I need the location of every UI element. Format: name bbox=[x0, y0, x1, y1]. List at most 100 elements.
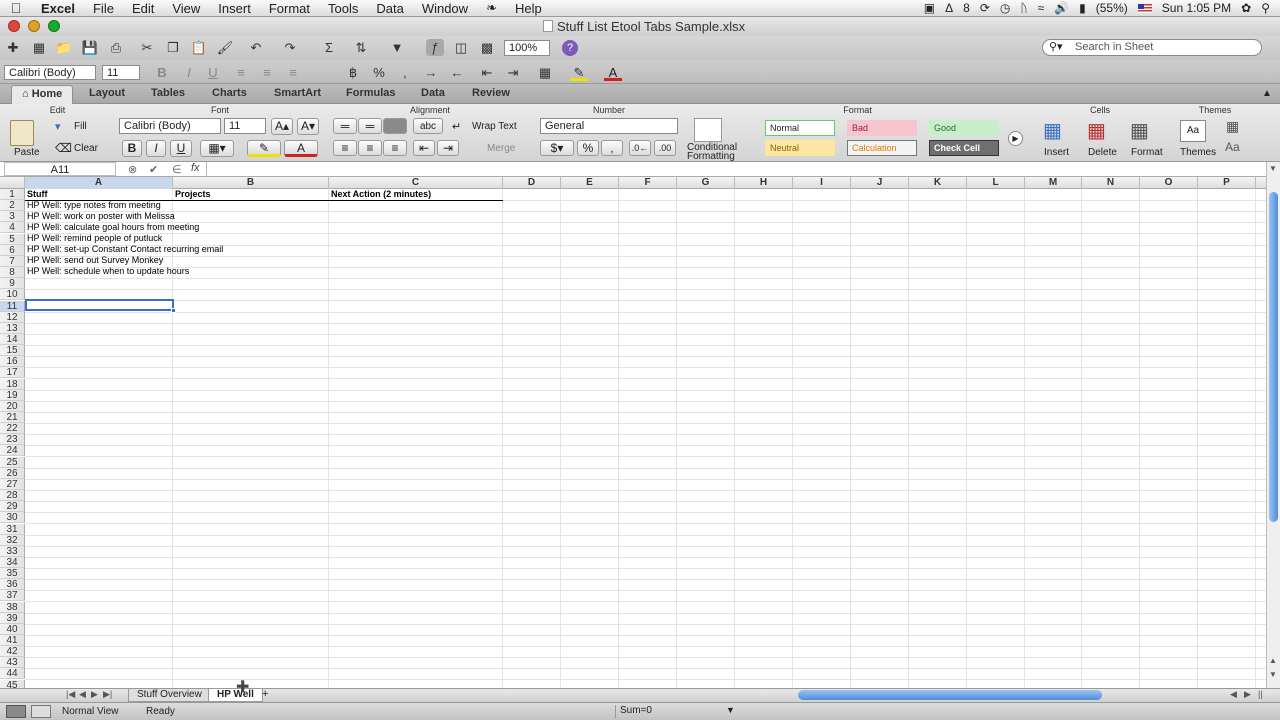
cell-a4[interactable]: HP Well: calculate goal hours from meeti… bbox=[25, 222, 199, 233]
row-header-20[interactable]: 20 bbox=[0, 400, 25, 412]
column-header-d[interactable]: D bbox=[503, 177, 561, 189]
tab-layout[interactable]: Layout bbox=[89, 87, 125, 99]
paste-clipboard-icon[interactable] bbox=[10, 120, 34, 146]
print-icon[interactable]: ⎙ bbox=[107, 39, 125, 56]
column-header-l[interactable]: L bbox=[967, 177, 1025, 189]
sum-indicator[interactable]: Sum=0 ▼ bbox=[615, 705, 739, 718]
delete-cells-button[interactable]: Delete bbox=[1088, 147, 1117, 158]
ribbon-font-select[interactable]: Calibri (Body) bbox=[119, 118, 221, 134]
column-header-n[interactable]: N bbox=[1082, 177, 1140, 189]
format-painter-icon[interactable]: 🖌 bbox=[216, 39, 234, 56]
menu-window[interactable]: Window bbox=[413, 1, 477, 16]
vertical-scroll-thumb[interactable] bbox=[1269, 192, 1278, 522]
format-cells-button[interactable]: Format bbox=[1131, 147, 1163, 158]
page-layout-view-icon[interactable] bbox=[31, 705, 51, 718]
fill-color-button[interactable]: ✎ bbox=[247, 140, 281, 157]
last-sheet-icon[interactable]: ▶| bbox=[103, 689, 112, 700]
cell-a8[interactable]: HP Well: schedule when to update hours bbox=[25, 266, 189, 277]
volume-icon[interactable]: 🔊 bbox=[1054, 1, 1069, 15]
fill-handle[interactable] bbox=[171, 308, 176, 313]
grow-font-button[interactable]: A▴ bbox=[271, 118, 293, 135]
merge-button[interactable]: Merge bbox=[487, 143, 515, 154]
tab-formulas[interactable]: Formulas bbox=[346, 87, 396, 99]
number-format-select[interactable]: General bbox=[540, 118, 678, 134]
cell-b1[interactable]: Projects bbox=[173, 189, 211, 200]
minimize-window-button[interactable] bbox=[28, 20, 40, 32]
fmt-fill-color-icon[interactable]: ✎ bbox=[570, 64, 588, 81]
row-header-41[interactable]: 41 bbox=[0, 635, 25, 646]
cell-c1[interactable]: Next Action (2 minutes) bbox=[329, 189, 431, 200]
add-sheet-icon[interactable]: + bbox=[262, 688, 268, 700]
cancel-formula-icon[interactable]: ⊗ bbox=[128, 163, 137, 176]
align-left-button[interactable]: ≡ bbox=[333, 140, 357, 156]
row-header-24[interactable]: 24 bbox=[0, 445, 25, 457]
row-header-30[interactable]: 30 bbox=[0, 512, 25, 524]
wifi-icon[interactable]: ≈ bbox=[1038, 1, 1045, 15]
percent-button[interactable]: % bbox=[577, 140, 599, 156]
fmt-align-right-icon[interactable]: ≡ bbox=[284, 64, 302, 81]
column-header-m[interactable]: M bbox=[1025, 177, 1082, 189]
sync-icon[interactable]: ⟳ bbox=[980, 1, 990, 15]
row-header-39[interactable]: 39 bbox=[0, 612, 25, 624]
tab-data[interactable]: Data bbox=[421, 87, 445, 99]
row-header-35[interactable]: 35 bbox=[0, 568, 25, 580]
hsplit-handle-icon[interactable]: || bbox=[1258, 689, 1263, 699]
row-header-27[interactable]: 27 bbox=[0, 478, 25, 490]
undo-icon[interactable]: ↶ bbox=[247, 39, 265, 56]
comma-button[interactable]: ‚ bbox=[601, 140, 623, 156]
row-header-43[interactable]: 43 bbox=[0, 657, 25, 669]
menu-data[interactable]: Data bbox=[367, 1, 412, 16]
row-header-45[interactable]: 45 bbox=[0, 679, 25, 688]
gallery-icon[interactable]: ▦ bbox=[30, 39, 48, 56]
row-header-37[interactable]: 37 bbox=[0, 590, 25, 602]
fmt-outdent-icon[interactable]: ⇤ bbox=[478, 64, 496, 81]
sheet-tab-stuff-overview[interactable]: Stuff Overview bbox=[128, 689, 211, 702]
dropbox-icon[interactable]: ✿ bbox=[1241, 1, 1251, 15]
help-icon[interactable]: ? bbox=[562, 40, 578, 56]
fmt-align-center-icon[interactable]: ≡ bbox=[258, 64, 276, 81]
zoom-window-button[interactable] bbox=[48, 20, 60, 32]
increase-decimal-button[interactable]: .0← bbox=[629, 140, 651, 156]
fmt-underline-icon[interactable]: U bbox=[204, 64, 222, 81]
conditional-formatting-icon[interactable] bbox=[694, 118, 722, 142]
column-header-e[interactable]: E bbox=[561, 177, 619, 189]
fmt-size-select[interactable]: 11 bbox=[102, 65, 140, 80]
confirm-formula-icon[interactable]: ✔ bbox=[149, 163, 158, 176]
scroll-up-icon[interactable]: ▲ bbox=[1269, 656, 1277, 665]
fmt-font-color-icon[interactable]: A bbox=[604, 64, 622, 81]
select-all-corner[interactable] bbox=[0, 177, 25, 189]
clear-eraser-icon[interactable]: ⌫ bbox=[55, 141, 72, 155]
apple-icon[interactable]:  bbox=[0, 0, 32, 16]
tab-charts[interactable]: Charts bbox=[212, 87, 247, 99]
row-header-18[interactable]: 18 bbox=[0, 378, 25, 390]
row-header-23[interactable]: 23 bbox=[0, 434, 25, 446]
paste-icon[interactable]: 📋 bbox=[190, 39, 208, 56]
style-check-cell[interactable]: Check Cell bbox=[929, 140, 999, 156]
clock[interactable]: Sun 1:05 PM bbox=[1162, 1, 1231, 15]
row-header-16[interactable]: 16 bbox=[0, 356, 25, 368]
align-center-button[interactable]: ≡ bbox=[358, 140, 382, 156]
save-icon[interactable]: 💾 bbox=[81, 39, 99, 56]
column-header-p[interactable]: P bbox=[1198, 177, 1256, 189]
tab-home[interactable]: ⌂ Home bbox=[11, 85, 74, 104]
first-sheet-icon[interactable]: |◀ bbox=[66, 689, 75, 700]
theme-fonts-icon[interactable]: Aa bbox=[1225, 140, 1240, 154]
column-header-c[interactable]: C bbox=[329, 177, 503, 189]
row-header-4[interactable]: 4 bbox=[0, 222, 25, 234]
media-browser-icon[interactable]: ▩ bbox=[478, 39, 496, 56]
fmt-decrease-decimal-icon[interactable]: ← bbox=[448, 64, 466, 81]
tab-review[interactable]: Review bbox=[472, 87, 510, 99]
accounting-button[interactable]: $▾ bbox=[540, 140, 574, 156]
horizontal-scroll-thumb[interactable] bbox=[798, 690, 1102, 700]
flag-icon[interactable] bbox=[1137, 3, 1152, 13]
row-header-36[interactable]: 36 bbox=[0, 579, 25, 591]
row-header-28[interactable]: 28 bbox=[0, 490, 25, 502]
search-field[interactable]: ⚲▾ Search in Sheet bbox=[1042, 39, 1262, 56]
align-bottom-button[interactable] bbox=[383, 118, 407, 134]
row-header-42[interactable]: 42 bbox=[0, 646, 25, 658]
align-middle-button[interactable]: ═ bbox=[358, 118, 382, 134]
menu-file[interactable]: File bbox=[84, 1, 123, 16]
row-header-2[interactable]: 2 bbox=[0, 200, 25, 212]
scroll-right-icon[interactable]: ▶ bbox=[1244, 689, 1251, 700]
row-header-19[interactable]: 19 bbox=[0, 389, 25, 401]
